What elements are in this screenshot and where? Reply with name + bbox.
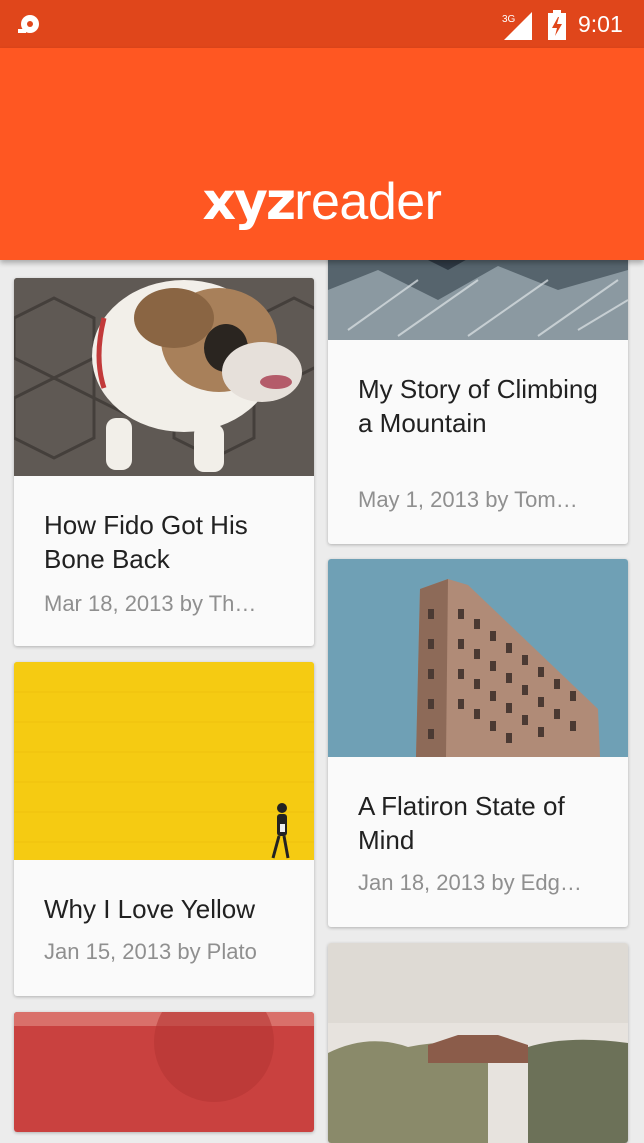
article-card[interactable]: A Flatiron State of Mind Jan 18, 2013 by…: [328, 559, 628, 927]
cellular-signal-icon: 3G: [502, 12, 532, 40]
article-title: How Fido Got His Bone Back: [44, 510, 248, 574]
article-title: Why I Love Yellow: [44, 894, 256, 924]
article-card[interactable]: [14, 1012, 314, 1132]
app-logo: xyzreader: [202, 172, 442, 232]
svg-text:3G: 3G: [502, 14, 516, 25]
article-thumbnail: [14, 278, 314, 476]
article-card[interactable]: How Fido Got His Bone Back Mar 18, 2013 …: [14, 278, 314, 646]
battery-charging-icon: [548, 10, 566, 40]
status-bar: 3G 9:01: [0, 0, 644, 48]
article-meta: Jan 15, 2013 by Plato: [44, 939, 257, 964]
article-card[interactable]: [328, 943, 628, 1143]
article-thumbnail: [14, 1012, 314, 1132]
clock: 9:01: [578, 11, 623, 37]
app-bar: xyzreader: [0, 48, 644, 260]
article-meta: Mar 18, 2013 by Th…: [44, 591, 257, 616]
article-card[interactable]: Why I Love Yellow Jan 15, 2013 by Plato: [14, 662, 314, 996]
article-thumbnail: [14, 662, 314, 860]
notification-icon: [18, 15, 39, 33]
article-title: My Story of Climbing a Mountain: [358, 374, 598, 438]
article-thumbnail: [328, 943, 628, 1143]
article-title: A Flatiron State of Mind: [358, 791, 565, 855]
article-meta: May 1, 2013 by Tom…: [358, 487, 578, 512]
article-meta: Jan 18, 2013 by Edg…: [358, 870, 582, 895]
article-thumbnail: [328, 559, 628, 757]
